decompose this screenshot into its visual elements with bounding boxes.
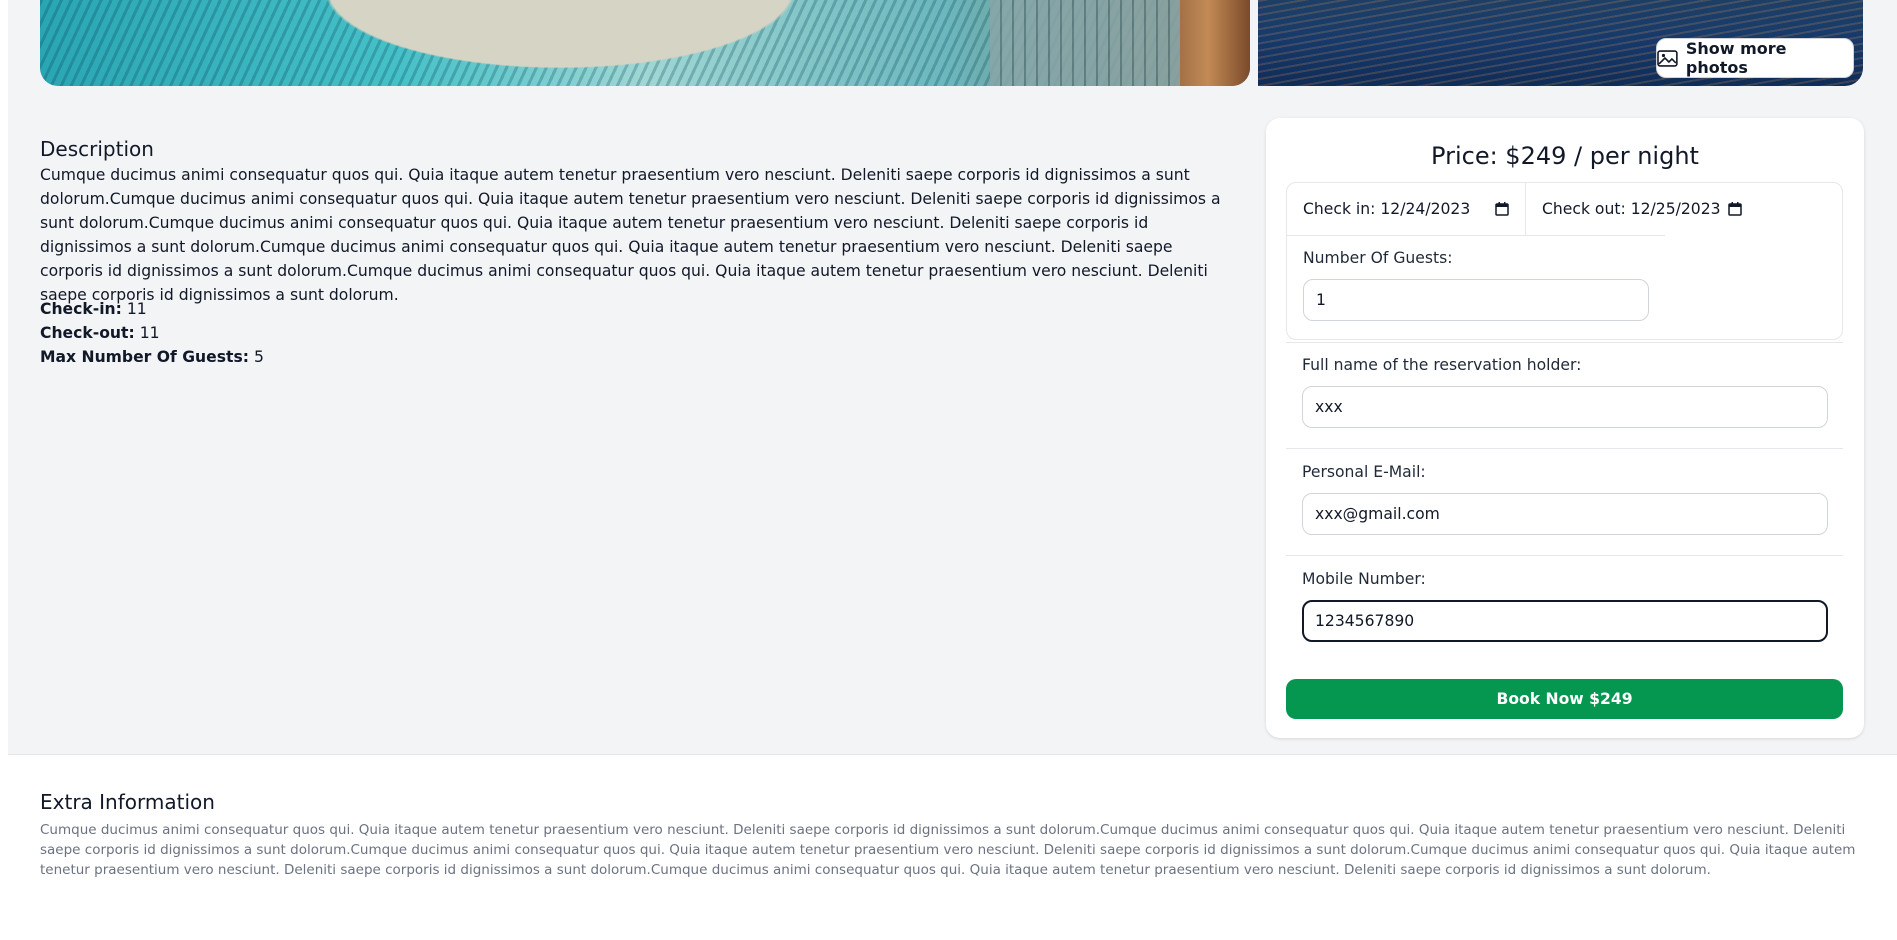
- check-out-info-value: 11: [139, 324, 160, 342]
- date-underline: [1287, 235, 1665, 236]
- photo-wood-edge: [1180, 0, 1250, 86]
- check-out-label: Check out:: [1542, 200, 1626, 218]
- divider: [1286, 448, 1843, 449]
- check-in-info: Check-in: 11: [40, 300, 147, 318]
- mobile-input[interactable]: 1234567890: [1302, 600, 1828, 642]
- divider: [1286, 555, 1843, 556]
- max-guests-info-value: 5: [253, 348, 264, 366]
- description-title: Description: [40, 137, 154, 161]
- check-in-value: 12/24/2023: [1380, 200, 1471, 218]
- email-input[interactable]: xxx@gmail.com: [1302, 493, 1828, 535]
- check-in-info-value: 11: [126, 300, 147, 318]
- check-in-label: Check in:: [1303, 200, 1376, 218]
- photo-tiles-detail: [990, 0, 1180, 86]
- divider: [1286, 342, 1843, 343]
- pool-photo[interactable]: [40, 0, 1250, 86]
- guests-label: Number Of Guests:: [1303, 249, 1453, 267]
- mobile-label: Mobile Number:: [1302, 570, 1426, 588]
- check-out-value: 12/25/2023: [1630, 200, 1721, 218]
- calendar-icon[interactable]: [1495, 202, 1509, 216]
- full-name-label: Full name of the reservation holder:: [1302, 356, 1582, 374]
- description-text: Cumque ducimus animi consequatur quos qu…: [40, 166, 1221, 304]
- email-label: Personal E-Mail:: [1302, 463, 1426, 481]
- check-in-date-field[interactable]: Check in: 12/24/2023: [1287, 183, 1525, 235]
- image-icon: [1657, 49, 1678, 67]
- dates-guests-box: Check in: 12/24/2023 Check out: 12/25/20…: [1286, 182, 1843, 340]
- show-more-photos-button[interactable]: Show more photos: [1656, 38, 1854, 78]
- max-guests-info: Max Number Of Guests: 5: [40, 348, 264, 366]
- show-more-photos-label: Show more photos: [1685, 39, 1787, 77]
- book-now-button[interactable]: Book Now $249: [1286, 679, 1843, 719]
- guests-input[interactable]: 1: [1303, 279, 1649, 321]
- extra-info-title: Extra Information: [40, 790, 215, 814]
- booking-card: Price: $249 / per night Check in: 12/24/…: [1266, 118, 1864, 738]
- full-name-input[interactable]: xxx: [1302, 386, 1828, 428]
- check-out-info: Check-out: 11: [40, 324, 160, 342]
- extra-info-text: Cumque ducimus animi consequatur quos qu…: [40, 822, 1856, 878]
- check-in-info-label: Check-in:: [40, 300, 122, 318]
- max-guests-info-label: Max Number Of Guests:: [40, 348, 249, 366]
- check-out-date-field[interactable]: Check out: 12/25/2023: [1526, 183, 1844, 235]
- price-label: Price: $249 / per night: [1431, 142, 1699, 170]
- calendar-icon[interactable]: [1728, 202, 1742, 216]
- check-out-info-label: Check-out:: [40, 324, 135, 342]
